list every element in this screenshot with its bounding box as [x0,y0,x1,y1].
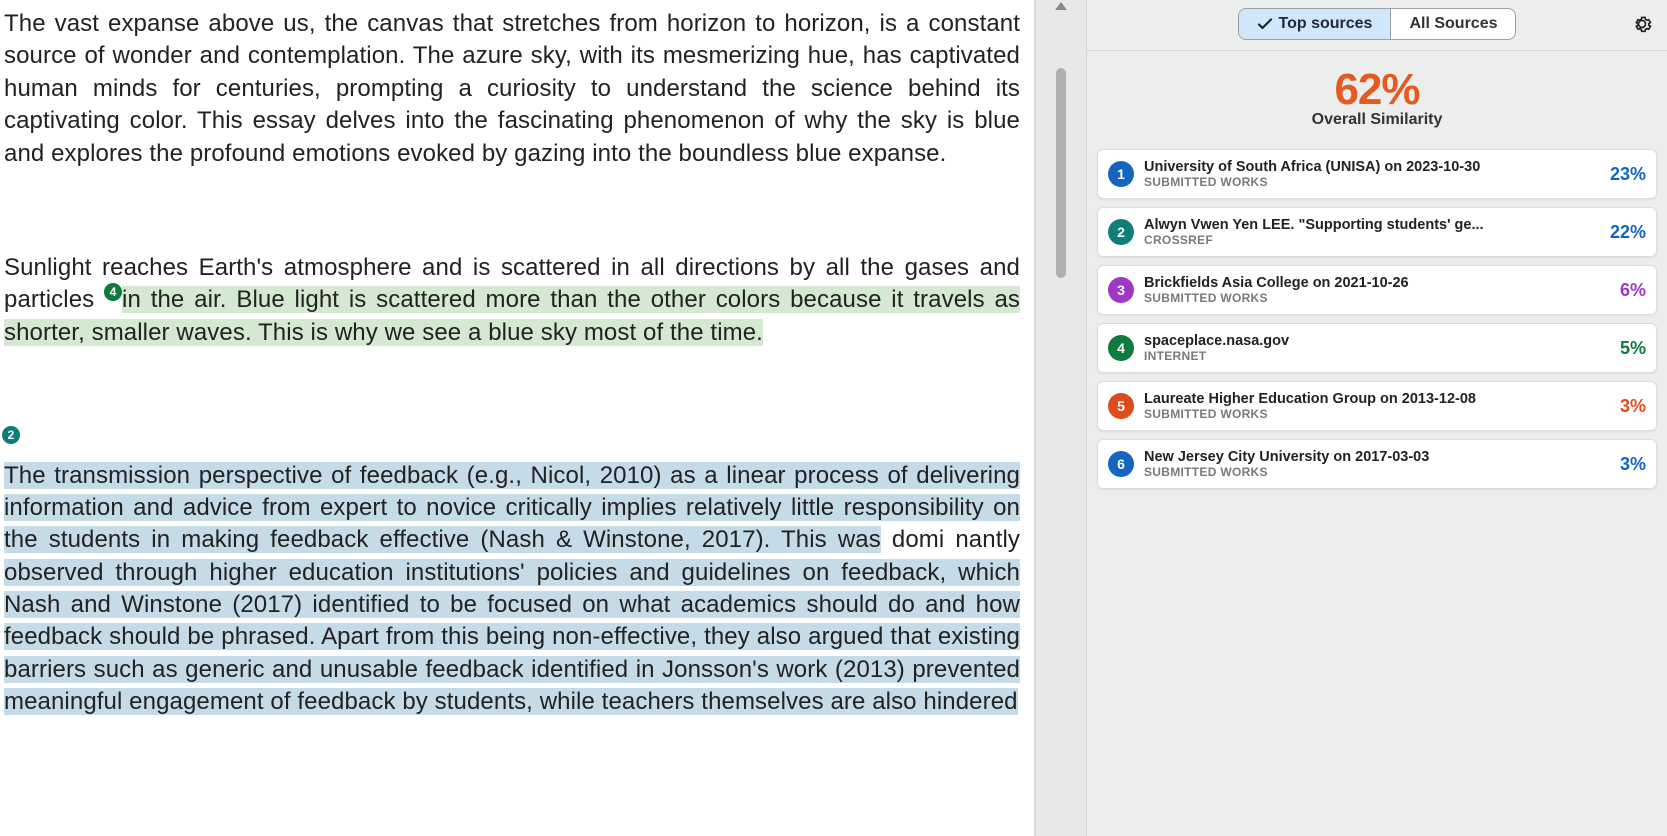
source-subtype: INTERNET [1144,349,1606,363]
highlight-match-2b[interactable]: observed through higher education instit… [4,559,1020,716]
inline-source-badge-2[interactable]: 2 [2,426,20,444]
source-title: University of South Africa (UNISA) on 20… [1144,159,1596,175]
source-filter-tabs: Top sources All Sources [1238,8,1517,40]
source-text: Alwyn Vwen Yen LEE. "Supporting students… [1144,217,1596,247]
tab-top-sources[interactable]: Top sources [1239,9,1391,39]
source-subtype: SUBMITTED WORKS [1144,175,1596,189]
source-card[interactable]: 4 spaceplace.nasa.govINTERNET 5% [1097,323,1657,373]
source-title: Laureate Higher Education Group on 2013-… [1144,391,1606,407]
source-percent: 3% [1616,396,1646,417]
source-percent: 6% [1616,280,1646,301]
source-percent: 5% [1616,338,1646,359]
source-card[interactable]: 3 Brickfields Asia College on 2021-10-26S… [1097,265,1657,315]
source-title: Brickfields Asia College on 2021-10-26 [1144,275,1606,291]
source-text: Brickfields Asia College on 2021-10-26SU… [1144,275,1606,305]
gear-icon [1631,13,1653,35]
source-number-badge: 6 [1108,451,1134,477]
inline-source-badge-4[interactable]: 4 [104,283,122,301]
panel-topbar: Top sources All Sources [1087,0,1667,51]
scroll-gutter [1035,0,1087,836]
paragraph-gap [4,170,1020,252]
source-card[interactable]: 5 Laureate Higher Education Group on 2013… [1097,381,1657,431]
source-number-badge: 2 [1108,219,1134,245]
source-subtype: SUBMITTED WORKS [1144,465,1606,479]
source-title: spaceplace.nasa.gov [1144,333,1606,349]
source-text: University of South Africa (UNISA) on 20… [1144,159,1596,189]
highlight-match-2a[interactable]: The transmission perspective of feedback… [4,462,1020,554]
source-subtype: CROSSREF [1144,233,1596,247]
overall-label: Overall Similarity [1087,111,1667,129]
source-percent: 23% [1606,164,1646,185]
scroll-up-icon[interactable] [1055,2,1067,10]
overall-percent: 62% [1087,65,1667,115]
check-icon [1257,16,1273,32]
source-card[interactable]: 1 University of South Africa (UNISA) on 2… [1097,149,1657,199]
settings-button[interactable] [1631,13,1653,35]
source-number-badge: 1 [1108,161,1134,187]
source-list: 1 University of South Africa (UNISA) on 2… [1087,135,1667,489]
source-percent: 3% [1616,454,1646,475]
paragraph-intro: The vast expanse above us, the canvas th… [4,8,1020,170]
scrollbar-thumb[interactable] [1056,68,1066,278]
source-title: Alwyn Vwen Yen LEE. "Supporting students… [1144,217,1596,233]
source-card[interactable]: 6 New Jersey City University on 2017-03-0… [1097,439,1657,489]
tab-all-sources[interactable]: All Sources [1390,9,1515,39]
source-number-badge: 4 [1108,335,1134,361]
overall-score: 62% Overall Similarity [1087,51,1667,135]
paragraph-feedback: 2 The transmission perspective of feedba… [4,427,1020,719]
source-text: Laureate Higher Education Group on 2013-… [1144,391,1606,421]
source-number-badge: 3 [1108,277,1134,303]
source-text: spaceplace.nasa.govINTERNET [1144,333,1606,363]
document-body: The vast expanse above us, the canvas th… [0,0,1034,719]
text-plain: domi nantly [881,526,1020,553]
similarity-panel: Top sources All Sources 62% Overall Simi… [1087,0,1667,836]
tab-label: All Sources [1409,15,1497,33]
source-card[interactable]: 2 Alwyn Vwen Yen LEE. "Supporting student… [1097,207,1657,257]
document-pane: The vast expanse above us, the canvas th… [0,0,1035,836]
source-subtype: SUBMITTED WORKS [1144,407,1606,421]
source-subtype: SUBMITTED WORKS [1144,291,1606,305]
paragraph-gap [4,349,1020,427]
source-number-badge: 5 [1108,393,1134,419]
source-title: New Jersey City University on 2017-03-03 [1144,449,1606,465]
source-percent: 22% [1606,222,1646,243]
source-text: New Jersey City University on 2017-03-03… [1144,449,1606,479]
tab-label: Top sources [1279,15,1373,33]
highlight-match-4[interactable]: in the air. Blue light is scattered more… [4,286,1020,345]
paragraph-science: Sunlight reaches Earth's atmosphere and … [4,252,1020,349]
